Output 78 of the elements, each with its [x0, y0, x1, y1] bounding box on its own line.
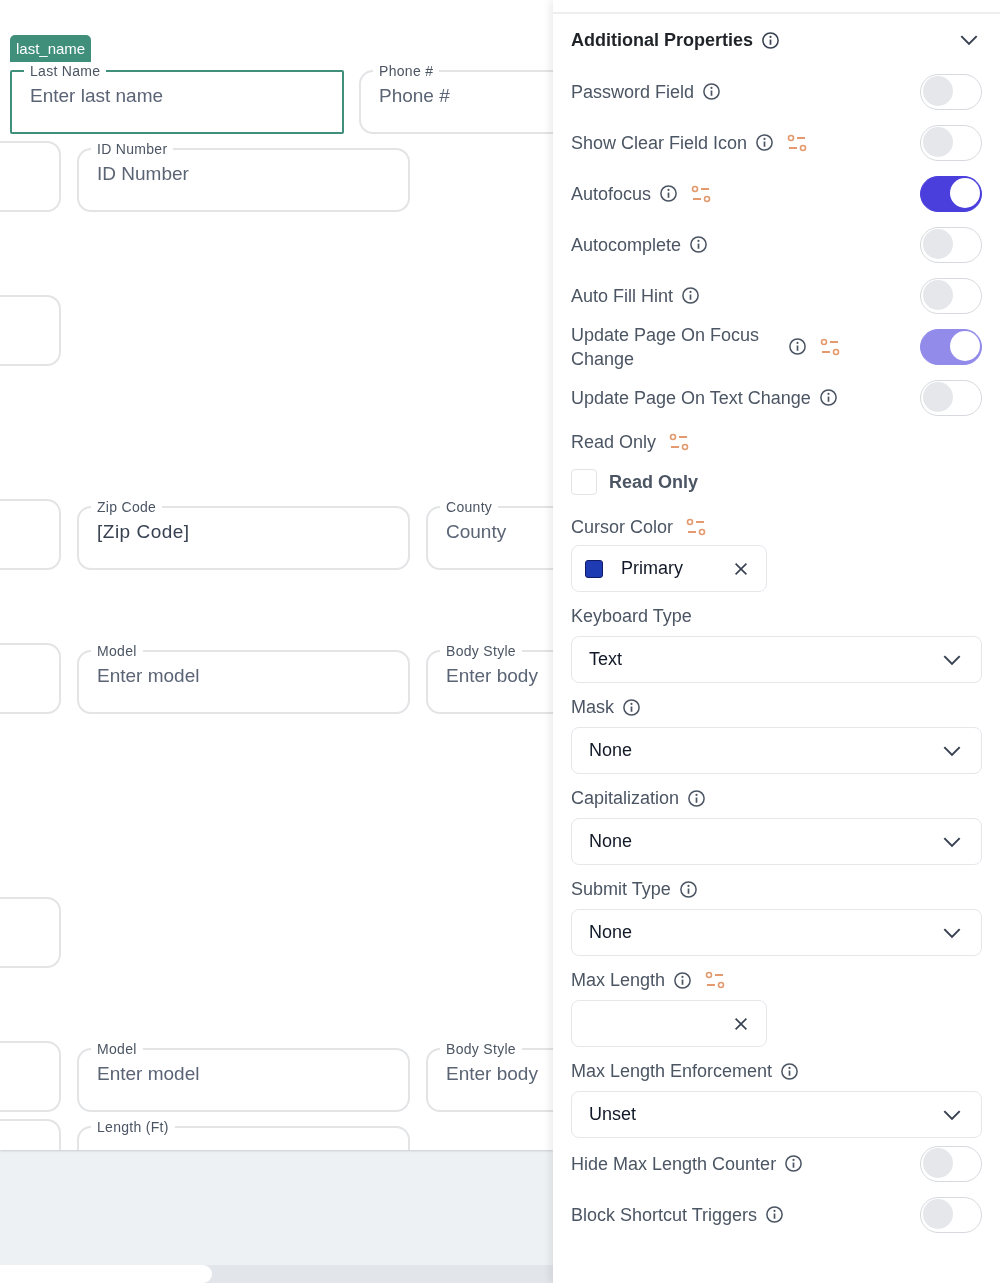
property-label: Cursor Color — [571, 516, 674, 539]
text-field[interactable]: Last Name Enter last name — [10, 63, 344, 134]
property-label: Update Page On Text Change — [571, 386, 811, 410]
property-label: Password Field — [571, 80, 695, 104]
property-label: Auto Fill Hint — [571, 284, 674, 308]
text-field[interactable]: Zip Code [Zip Code] — [77, 499, 410, 570]
info-icon[interactable] — [622, 697, 641, 717]
binding-icon[interactable] — [704, 970, 727, 990]
property-label: Keyboard Type — [571, 605, 692, 628]
text-field[interactable]: Body Style Enter body — [426, 1041, 553, 1112]
field-input[interactable]: Enter body — [446, 661, 553, 691]
property-label: Submit Type — [571, 878, 671, 901]
section-title: Additional Properties — [571, 29, 754, 51]
field-label: Body Style — [445, 1041, 517, 1057]
field-input[interactable]: [Zip Code] — [97, 517, 390, 547]
info-icon[interactable] — [765, 1205, 785, 1224]
text-field[interactable]: Model Enter model — [77, 1041, 410, 1112]
scrollbar-thumb[interactable] — [0, 1265, 212, 1283]
field-label: Zip Code — [96, 499, 158, 515]
property-label: Autofocus — [571, 182, 652, 206]
field-input[interactable]: Phone # — [379, 81, 553, 111]
property-label: Autocomplete — [571, 233, 682, 257]
field-label: Phone # — [378, 63, 435, 79]
property-label: Max Length — [571, 969, 666, 992]
property-label: Mask — [571, 696, 614, 719]
field-label: County — [445, 499, 494, 515]
field-label: Model — [96, 643, 138, 659]
field-input[interactable]: Enter last name — [30, 81, 324, 111]
field-input[interactable]: Enter body — [446, 1059, 553, 1089]
color-field[interactable]: Primary — [571, 545, 767, 592]
property-label: Update Page On Focus Change — [571, 323, 761, 371]
dropdown[interactable]: Text — [571, 636, 982, 683]
field-label: Length (Ft) — [96, 1119, 170, 1135]
property-label: Read Only — [571, 431, 657, 454]
info-icon[interactable] — [659, 184, 679, 203]
info-icon[interactable] — [780, 1061, 800, 1081]
checkbox[interactable] — [571, 469, 597, 495]
dropdown[interactable]: None — [571, 909, 982, 956]
property-label: Max Length Enforcement — [571, 1060, 773, 1083]
field-label: Last Name — [29, 63, 102, 79]
field-input[interactable]: County — [446, 517, 553, 547]
text-field[interactable]: Body Style Enter body — [426, 643, 553, 714]
field-label: ID Number — [96, 141, 169, 157]
text-field[interactable]: County County — [426, 499, 553, 570]
property-label: Capitalization — [571, 787, 680, 810]
field-input[interactable]: Enter model — [97, 1059, 390, 1089]
property-label: Show Clear Field Icon — [571, 131, 748, 155]
info-icon[interactable] — [784, 1154, 804, 1173]
field-input[interactable]: Enter model — [97, 661, 390, 691]
checkbox-label: Read Only — [609, 471, 699, 493]
info-icon[interactable] — [678, 879, 698, 899]
info-icon[interactable] — [818, 388, 838, 407]
toggle-switch[interactable] — [920, 175, 982, 212]
dropdown[interactable]: Unset — [571, 1091, 982, 1138]
field-input[interactable]: ID Number — [97, 159, 390, 189]
info-icon[interactable] — [673, 970, 693, 990]
info-icon[interactable] — [755, 133, 775, 152]
binding-icon[interactable] — [668, 432, 691, 452]
text-field[interactable]: Phone # Phone # — [359, 63, 553, 134]
text-field[interactable]: Length (Ft) — [77, 1119, 410, 1150]
binding-icon[interactable] — [786, 132, 809, 153]
field-label: Model — [96, 1041, 138, 1057]
input-field[interactable] — [571, 1000, 767, 1047]
property-label: Hide Max Length Counter — [571, 1152, 777, 1176]
field-label: Body Style — [445, 643, 517, 659]
info-icon[interactable] — [687, 788, 707, 808]
binding-icon[interactable] — [685, 517, 708, 537]
info-icon[interactable] — [761, 30, 781, 50]
dropdown[interactable]: None — [571, 727, 982, 774]
component-name-tag: last_name — [10, 35, 92, 62]
info-icon[interactable] — [681, 286, 701, 305]
info-icon[interactable] — [689, 235, 709, 254]
text-field[interactable]: ID Number ID Number — [77, 141, 410, 212]
binding-icon[interactable] — [690, 183, 713, 204]
dropdown[interactable]: None — [571, 818, 982, 865]
text-field[interactable]: Model Enter model — [77, 643, 410, 714]
property-label: Block Shortcut Triggers — [571, 1203, 758, 1227]
info-icon[interactable] — [702, 82, 722, 101]
